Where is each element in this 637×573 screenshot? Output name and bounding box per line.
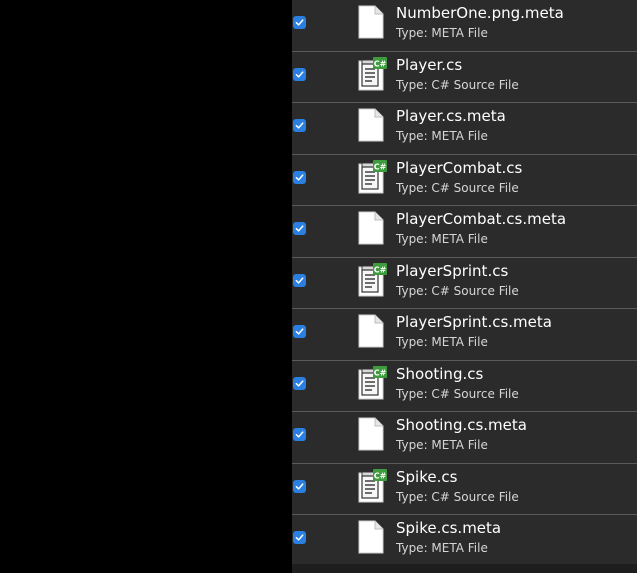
file-row[interactable]: Spike.cs.meta Type: META File <box>292 515 637 567</box>
file-type: Type: META File <box>396 541 488 555</box>
file-checkbox[interactable] <box>293 273 306 287</box>
file-type: Type: C# Source File <box>396 77 519 92</box>
svg-text:C#: C# <box>374 59 387 68</box>
file-name: Shooting.cs.meta <box>396 416 527 434</box>
file-type: Type: C# Source File <box>396 283 519 298</box>
csharp-file-icon: C# <box>358 468 387 503</box>
file-name: Spike.cs.meta <box>396 519 502 537</box>
file-checkbox[interactable] <box>293 119 306 132</box>
svg-text:C#: C# <box>374 368 387 377</box>
file-type: Type: META File <box>396 26 488 40</box>
csharp-file-icon: C# <box>358 56 387 91</box>
file-type: Type: C# Source File <box>396 489 519 504</box>
file-row[interactable]: NumberOne.png.meta Type: META File <box>292 0 637 52</box>
file-checkbox[interactable] <box>293 67 306 81</box>
checkmark-icon <box>295 379 304 387</box>
file-row[interactable]: Shooting.cs.meta Type: META File <box>292 412 637 464</box>
file-name: PlayerCombat.cs <box>396 158 523 177</box>
file-name: Player.cs.meta <box>396 107 506 125</box>
checkmark-icon <box>295 122 304 129</box>
file-name: Shooting.cs <box>396 364 484 383</box>
checkmark-icon <box>295 276 304 284</box>
checkmark-icon <box>295 225 304 232</box>
file-type: Type: META File <box>396 129 488 143</box>
file-checkbox[interactable] <box>293 376 306 390</box>
file-type: Type: C# Source File <box>396 386 519 401</box>
generic-file-icon <box>358 417 384 451</box>
file-name: PlayerCombat.cs.meta <box>396 210 567 228</box>
file-row[interactable]: C# Player.cs Type: C# Source File <box>292 52 637 103</box>
generic-file-icon <box>358 108 384 142</box>
checkmark-icon <box>295 328 304 335</box>
svg-text:C#: C# <box>374 471 387 480</box>
file-checkbox[interactable] <box>293 16 306 29</box>
file-name: Spike.cs <box>396 467 458 486</box>
file-list: NumberOne.png.meta Type: META File C# Pl… <box>292 0 637 573</box>
file-checkbox[interactable] <box>293 428 306 441</box>
file-row[interactable]: C# PlayerSprint.cs Type: C# Source File <box>292 258 637 309</box>
file-type: Type: META File <box>396 232 488 246</box>
file-type: Type: META File <box>396 335 488 349</box>
status-bar <box>292 564 637 573</box>
file-row[interactable]: Player.cs.meta Type: META File <box>292 103 637 155</box>
file-checkbox[interactable] <box>293 325 306 338</box>
page: NumberOne.png.meta Type: META File C# Pl… <box>0 0 637 573</box>
file-row[interactable]: PlayerCombat.cs.meta Type: META File <box>292 206 637 258</box>
checkmark-icon <box>295 70 304 78</box>
file-type: Type: META File <box>396 438 488 452</box>
file-type: Type: C# Source File <box>396 180 519 195</box>
file-name: Player.cs <box>396 55 463 74</box>
file-checkbox[interactable] <box>293 170 306 184</box>
checkmark-icon <box>295 19 304 26</box>
checkmark-icon <box>295 431 304 438</box>
csharp-file-icon: C# <box>358 365 387 400</box>
checkmark-icon <box>295 534 304 541</box>
file-row[interactable]: C# Spike.cs Type: C# Source File <box>292 464 637 515</box>
svg-text:C#: C# <box>374 265 387 274</box>
file-name: NumberOne.png.meta <box>396 4 564 22</box>
generic-file-icon <box>358 5 384 39</box>
file-row[interactable]: C# Shooting.cs Type: C# Source File <box>292 361 637 412</box>
csharp-file-icon: C# <box>358 159 387 194</box>
file-checkbox[interactable] <box>293 479 306 493</box>
file-row[interactable]: PlayerSprint.cs.meta Type: META File <box>292 309 637 361</box>
checkmark-icon <box>295 482 304 490</box>
generic-file-icon <box>358 314 384 348</box>
file-checkbox[interactable] <box>293 531 306 544</box>
csharp-file-icon: C# <box>358 262 387 297</box>
file-row[interactable]: C# PlayerCombat.cs Type: C# Source File <box>292 155 637 206</box>
checkmark-icon <box>295 173 304 181</box>
generic-file-icon <box>358 520 384 554</box>
svg-text:C#: C# <box>374 162 387 171</box>
file-name: PlayerSprint.cs.meta <box>396 313 552 331</box>
generic-file-icon <box>358 211 384 245</box>
file-name: PlayerSprint.cs <box>396 261 509 280</box>
file-checkbox[interactable] <box>293 222 306 235</box>
